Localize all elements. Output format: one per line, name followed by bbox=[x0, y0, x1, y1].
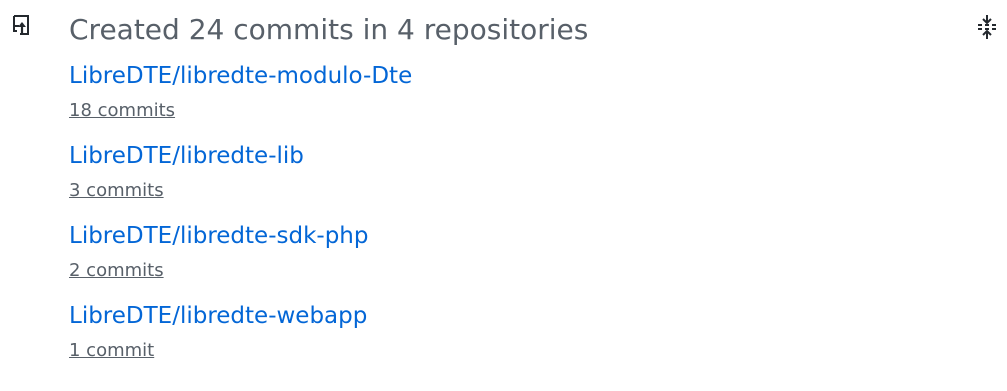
collapse-toggle-button[interactable] bbox=[973, 12, 1001, 42]
unfold-icon bbox=[973, 13, 1001, 41]
activity-summary-title: Created 24 commits in 4 repositories bbox=[69, 13, 589, 46]
repository-link[interactable]: LibreDTE/libredte-modulo-Dte bbox=[69, 58, 412, 94]
commit-count-link[interactable]: 3 commits bbox=[69, 178, 412, 204]
repository-list: LibreDTE/libredte-modulo-Dte 18 commits … bbox=[69, 58, 412, 378]
repository-link[interactable]: LibreDTE/libredte-sdk-php bbox=[69, 218, 412, 254]
repository-list-item: LibreDTE/libredte-webapp 1 commit bbox=[69, 298, 412, 378]
repository-list-item: LibreDTE/libredte-sdk-php 2 commits bbox=[69, 218, 412, 298]
commit-count-link[interactable]: 18 commits bbox=[69, 98, 412, 124]
repository-link[interactable]: LibreDTE/libredte-webapp bbox=[69, 298, 412, 334]
repository-link[interactable]: LibreDTE/libredte-lib bbox=[69, 138, 412, 174]
repo-push-icon bbox=[10, 14, 34, 38]
commit-count-link[interactable]: 2 commits bbox=[69, 258, 412, 284]
repository-list-item: LibreDTE/libredte-lib 3 commits bbox=[69, 138, 412, 218]
repository-list-item: LibreDTE/libredte-modulo-Dte 18 commits bbox=[69, 58, 412, 138]
commit-count-link[interactable]: 1 commit bbox=[69, 338, 412, 364]
contribution-activity-item: Created 24 commits in 4 repositories Lib… bbox=[0, 0, 1007, 391]
